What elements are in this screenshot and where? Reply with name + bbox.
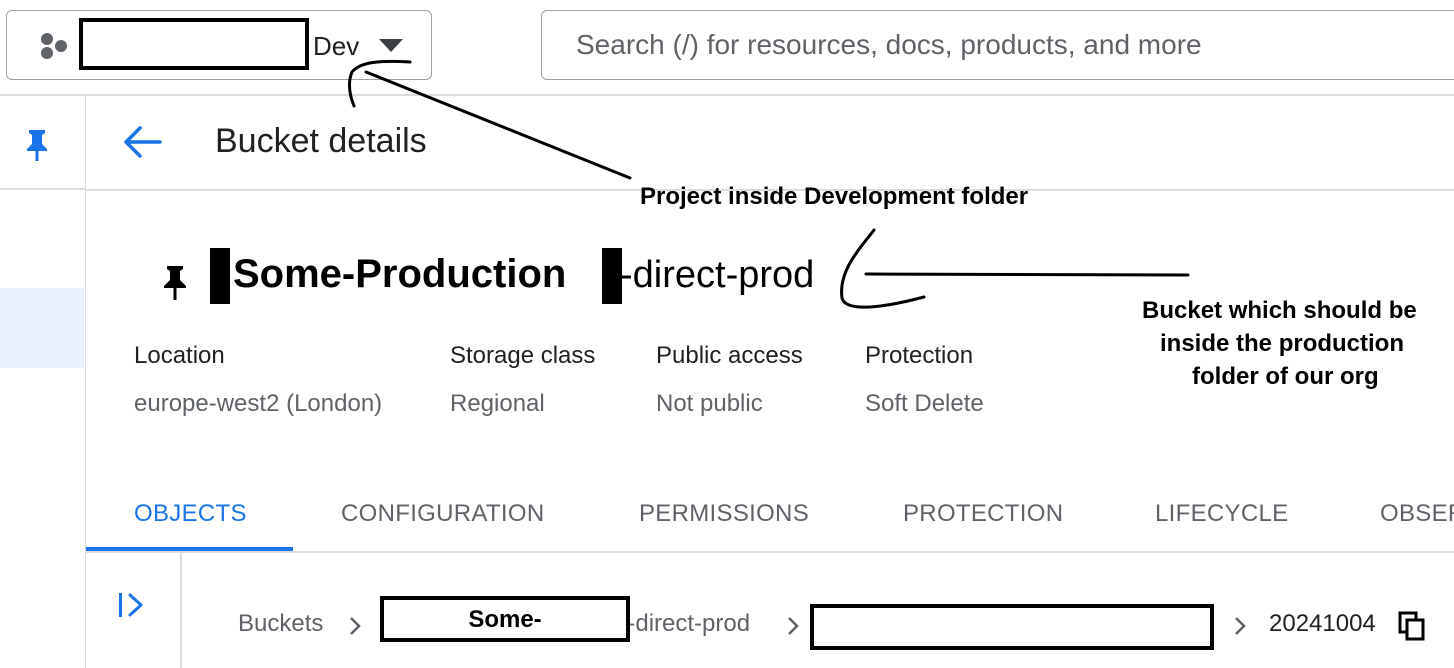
public-access-value: Not public — [656, 390, 763, 417]
project-name-suffix: Dev — [313, 31, 360, 61]
chevron-right-icon — [1235, 617, 1246, 635]
breadcrumb-bucket-tail[interactable]: g-direct-prod — [614, 610, 750, 638]
chevron-right-icon — [788, 617, 799, 635]
annotation-project-note: Project inside Development folder — [640, 183, 1029, 210]
page-title: Bucket details — [215, 122, 427, 160]
redacted-project-name — [79, 18, 309, 70]
annotation-bucket-note-1: Bucket which should be — [1142, 297, 1417, 324]
caret-down-icon[interactable] — [379, 39, 403, 53]
protection-value: Soft Delete — [865, 390, 984, 417]
tab-protection[interactable]: PROTECTION — [903, 500, 1063, 528]
redacted-bucket-crumb-text: Some- — [468, 606, 542, 633]
pin-icon[interactable] — [22, 128, 52, 162]
tab-configuration[interactable]: CONFIGURATION — [341, 500, 544, 528]
header-top-divider — [86, 94, 1454, 96]
redacted-bucket-crumb: Some- — [380, 596, 630, 642]
project-icon — [41, 33, 67, 59]
protection-label: Protection — [865, 342, 974, 369]
tabs-divider — [86, 551, 1454, 553]
tab-observability[interactable]: OBSER — [1380, 500, 1454, 528]
panel-divider — [180, 553, 182, 668]
search-input[interactable]: Search (/) for resources, docs, products… — [541, 10, 1454, 80]
redaction-bar-right — [602, 248, 622, 304]
pushpin-icon[interactable] — [160, 262, 190, 302]
search-placeholder: Search (/) for resources, docs, products… — [576, 29, 1202, 60]
arrow-left-icon[interactable] — [122, 124, 162, 160]
storage-class-value: Regional — [450, 390, 545, 417]
public-access-label: Public access — [656, 342, 803, 369]
tab-permissions[interactable]: PERMISSIONS — [639, 500, 809, 528]
rail-divider — [0, 94, 86, 96]
location-value: europe-west2 (London) — [134, 390, 383, 417]
bucket-name-bold: Some-Production — [233, 252, 567, 296]
location-label: Location — [134, 342, 225, 369]
tab-objects[interactable]: OBJECTS — [134, 500, 247, 528]
copy-icon[interactable] — [1398, 611, 1426, 641]
redacted-folder-crumb — [810, 604, 1214, 650]
breadcrumb-buckets[interactable]: Buckets — [238, 610, 323, 638]
storage-class-label: Storage class — [450, 342, 596, 369]
project-picker[interactable]: Dev — [6, 10, 432, 80]
rail-active-item[interactable] — [0, 288, 84, 368]
annotation-bucket-note-2: inside the production — [1160, 330, 1404, 357]
tab-lifecycle[interactable]: LIFECYCLE — [1155, 500, 1288, 528]
bucket-name-suffix: -direct-prod — [620, 254, 815, 296]
expand-panel-icon[interactable] — [116, 590, 148, 620]
chevron-right-icon — [350, 617, 361, 635]
redaction-bar-left — [210, 248, 230, 304]
rail-separator — [0, 188, 86, 190]
left-rail — [0, 94, 86, 668]
annotation-bucket-note-3: folder of our org — [1192, 363, 1379, 390]
breadcrumb-current: 20241004 — [1269, 610, 1376, 637]
